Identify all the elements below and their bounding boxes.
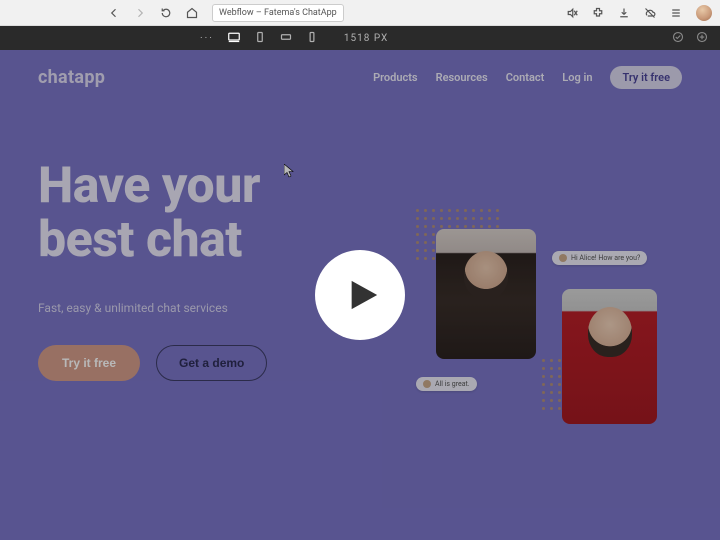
chat-bubble-1: Hi Alice! How are you? <box>552 251 647 265</box>
more-icon[interactable]: ··· <box>200 33 214 44</box>
chat-avatar-photo-2 <box>562 289 657 424</box>
play-button[interactable] <box>315 250 405 340</box>
desktop-large-icon[interactable] <box>228 31 240 46</box>
viewport-width-readout: 1518 PX <box>344 33 388 44</box>
phone-icon[interactable] <box>306 31 318 46</box>
tablet-portrait-icon[interactable] <box>254 31 266 46</box>
nav-link-contact[interactable]: Contact <box>506 71 545 84</box>
back-icon[interactable] <box>108 7 120 19</box>
webflow-device-bar: ··· 1518 PX <box>0 26 720 50</box>
download-icon[interactable] <box>618 7 630 19</box>
bubble-avatar-icon <box>423 380 431 388</box>
url-text: Webflow – Fatema's ChatApp <box>219 8 337 18</box>
logo[interactable]: chatapp <box>38 67 105 88</box>
bubble-avatar-icon <box>559 254 567 262</box>
chat-avatar-photo-1 <box>436 229 536 359</box>
hero-primary-button[interactable]: Try it free <box>38 345 140 381</box>
nav-cta-button[interactable]: Try it free <box>610 66 682 89</box>
extensions-icon[interactable] <box>592 7 604 19</box>
mute-icon[interactable] <box>566 7 578 19</box>
home-icon[interactable] <box>186 7 198 19</box>
tablet-landscape-icon[interactable] <box>280 31 292 46</box>
chat-bubble-2: All is great. <box>416 377 477 391</box>
hero-secondary-button[interactable]: Get a demo <box>156 345 267 381</box>
play-icon <box>346 278 380 312</box>
forward-icon[interactable] <box>134 7 146 19</box>
hero-illustration: Hi Alice! How are you? All is great. <box>412 219 682 499</box>
browser-top-bar: Webflow – Fatema's ChatApp <box>0 0 720 26</box>
design-canvas: chatapp Products Resources Contact Log i… <box>0 50 720 540</box>
url-bar[interactable]: Webflow – Fatema's ChatApp <box>212 4 344 22</box>
site-navbar: chatapp Products Resources Contact Log i… <box>0 50 720 89</box>
status-check-icon[interactable] <box>672 31 684 46</box>
nav-link-resources[interactable]: Resources <box>436 71 488 84</box>
cursor-icon <box>284 163 294 177</box>
publish-icon[interactable] <box>696 31 708 46</box>
profile-avatar[interactable] <box>696 5 712 21</box>
hero-heading: Have your best chat <box>38 159 399 267</box>
menu-icon[interactable] <box>670 7 682 19</box>
reload-icon[interactable] <box>160 7 172 19</box>
cloud-off-icon[interactable] <box>644 7 656 19</box>
nav-link-products[interactable]: Products <box>373 71 418 84</box>
nav-link-login[interactable]: Log in <box>562 71 592 84</box>
